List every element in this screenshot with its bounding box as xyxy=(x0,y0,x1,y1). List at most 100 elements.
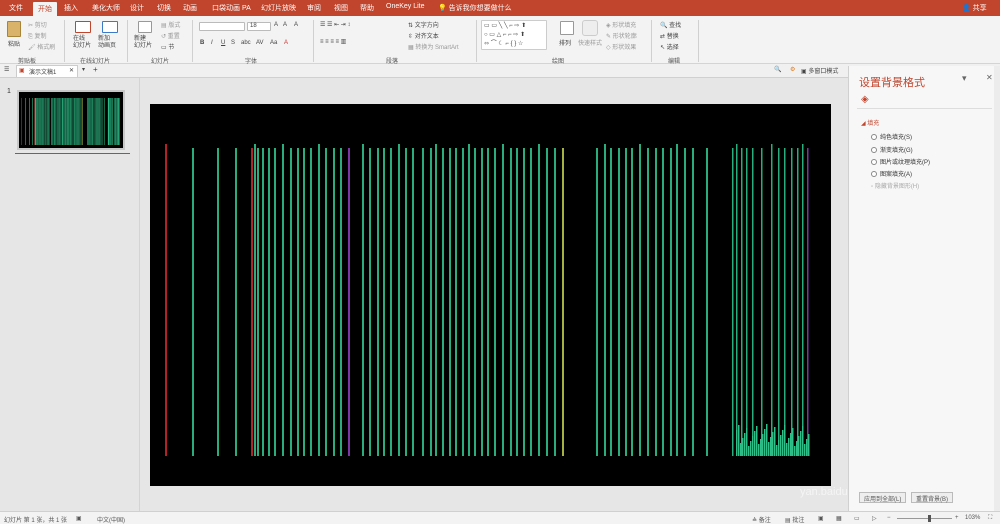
menu-icon[interactable]: ☰ xyxy=(4,66,9,73)
new-slide-icon[interactable] xyxy=(138,21,152,33)
new-anim-page-icon[interactable] xyxy=(102,21,118,33)
layout-button[interactable]: ▤ 版式 xyxy=(161,20,180,29)
shape-effects-label: 形状效果 xyxy=(612,45,637,51)
reading-view-icon[interactable]: ▭ xyxy=(854,515,860,522)
font-color-icon[interactable]: A xyxy=(284,40,288,46)
zoom-out-icon[interactable]: − xyxy=(887,515,891,521)
thumbnail-bar xyxy=(115,98,117,145)
tab-transitions[interactable]: 切换 xyxy=(157,3,171,13)
notes-button[interactable]: ≙ 备注 xyxy=(752,515,771,524)
gradient-fill-radio[interactable]: 渐变填充(G) xyxy=(871,145,913,154)
font-name-select[interactable] xyxy=(199,22,245,31)
thumbnail-bar xyxy=(92,98,94,145)
shape-fill-button[interactable]: ◈ 形状填充 xyxy=(606,20,636,29)
slideshow-view-icon[interactable]: ▷ xyxy=(872,515,877,522)
font-size-select[interactable]: 18 xyxy=(247,22,271,31)
zoom-level[interactable]: 103% xyxy=(965,515,980,521)
settings-icon[interactable]: ⚙ xyxy=(790,66,795,73)
document-tab[interactable]: ▣ 演示文稿1 ✕ xyxy=(16,65,78,77)
text-direction-button[interactable]: ⇅ 文字方向 xyxy=(408,20,439,29)
zoom-slider-thumb[interactable] xyxy=(928,515,931,522)
grow-font-icon[interactable]: A xyxy=(274,22,278,28)
char-spacing-icon[interactable]: AV xyxy=(256,40,264,46)
tab-insert[interactable]: 插入 xyxy=(64,3,78,13)
select-button[interactable]: ↖ 选择 xyxy=(660,42,679,51)
pane-scrollbar[interactable] xyxy=(994,66,1000,511)
change-case-icon[interactable]: Aa xyxy=(270,40,277,46)
tab-file[interactable]: 文件 xyxy=(9,3,23,13)
find-button[interactable]: 🔍 查找 xyxy=(660,20,681,29)
strikethrough-icon[interactable]: abc xyxy=(241,40,251,46)
comments-button[interactable]: ▤ 批注 xyxy=(785,515,804,524)
tab-onekey[interactable]: OneKey Lite xyxy=(386,3,425,10)
fill-section-header[interactable]: ◢ 填充 xyxy=(861,118,879,127)
section-button[interactable]: ▭ 节 xyxy=(161,42,174,51)
close-icon[interactable]: ✕ xyxy=(986,73,993,82)
replace-button[interactable]: ⇄ 替换 xyxy=(660,31,679,40)
tab-help[interactable]: 帮助 xyxy=(360,3,374,13)
paste-icon[interactable] xyxy=(7,21,21,37)
tab-design[interactable]: 设计 xyxy=(130,3,144,13)
multi-window-button[interactable]: ▣ 多窗口模式 xyxy=(801,66,838,75)
quick-styles-icon[interactable] xyxy=(582,20,598,36)
bold-icon[interactable]: B xyxy=(200,40,204,46)
align-text-button[interactable]: ⇳ 对齐文本 xyxy=(408,31,439,40)
slide-canvas[interactable] xyxy=(150,104,831,486)
tell-me-box[interactable]: 💡 告诉我你想要做什么 xyxy=(438,3,512,13)
online-slides-icon[interactable] xyxy=(75,21,91,33)
slide-thumbnail-panel: 1 xyxy=(0,78,140,511)
apply-to-all-button[interactable]: 应用到全部(L) xyxy=(859,492,907,503)
fill-icon[interactable]: ◈ xyxy=(861,94,869,105)
share-button[interactable]: 👤 共享 xyxy=(962,3,987,13)
language[interactable]: 中文(中国) xyxy=(97,515,125,524)
shadow-icon[interactable]: S xyxy=(231,40,235,46)
copy-button[interactable]: ⎘ 复制 xyxy=(28,31,47,41)
align-icons[interactable]: ≡ ≡ ≡ ≡ ▥ xyxy=(320,38,346,45)
add-tab-icon[interactable]: + xyxy=(93,65,98,74)
new-anim-page-button[interactable]: 新加 动画页 xyxy=(98,36,116,50)
tab-pocket-animation[interactable]: 口袋动画 PA xyxy=(212,3,251,13)
image-search-icon[interactable]: 🔍 xyxy=(774,66,781,73)
pane-options-icon[interactable]: ▾ xyxy=(962,73,967,84)
format-painter-button[interactable]: 🖌 格式刷 xyxy=(28,42,55,51)
quick-styles-button[interactable]: 快速样式 xyxy=(578,38,602,47)
close-tab-icon[interactable]: ✕ xyxy=(69,67,74,74)
tab-home[interactable]: 开始 xyxy=(33,2,57,16)
slide-sorter-icon[interactable]: ▦ xyxy=(836,515,842,522)
zoom-slider[interactable] xyxy=(897,518,952,519)
slide-thumbnail[interactable] xyxy=(17,90,125,150)
cut-button[interactable]: ✂ 剪切 xyxy=(28,20,47,29)
reset-background-button[interactable]: 重置背景(B) xyxy=(911,492,953,503)
underline-icon[interactable]: U xyxy=(221,40,225,46)
slide-bar xyxy=(390,148,392,456)
tab-beautify[interactable]: 美化大师 xyxy=(92,3,120,13)
pattern-fill-radio[interactable]: 图案填充(A) xyxy=(871,169,912,178)
fit-slide-icon[interactable]: ⛶ xyxy=(988,515,992,522)
tab-slideshow[interactable]: 幻灯片放映 xyxy=(261,3,296,13)
zoom-in-icon[interactable]: + xyxy=(955,515,959,521)
picture-fill-radio[interactable]: 图片或纹理填充(P) xyxy=(871,157,930,166)
shape-effects-button[interactable]: ◇ 形状效果 xyxy=(606,42,636,51)
arrange-button[interactable]: 排列 xyxy=(559,38,571,47)
smartart-button[interactable]: ▦ 转换为 SmartArt xyxy=(408,42,459,51)
tab-view[interactable]: 视图 xyxy=(334,3,348,13)
spell-check-icon[interactable]: ▣ xyxy=(76,515,82,522)
shapes-gallery[interactable]: ▭ ▭ ╲ ╲ ⌐ ⇨ ⬆ ○ ▭ △ ⌐ ⌐ ⇨ ⬆ ⬄ ⌒ ☾ ⌐ { } … xyxy=(481,20,547,50)
new-slide-button[interactable]: 新建 幻灯片 xyxy=(134,36,152,50)
tab-review[interactable]: 审阅 xyxy=(307,3,321,13)
italic-icon[interactable]: I xyxy=(211,40,213,46)
arrange-icon[interactable] xyxy=(560,21,574,35)
tab-animations[interactable]: 动画 xyxy=(183,3,197,13)
tab-list-icon[interactable]: ▾ xyxy=(82,66,85,73)
solid-fill-radio[interactable]: 纯色填充(S) xyxy=(871,132,912,141)
thumbnail-bar xyxy=(37,98,39,145)
paste-button[interactable]: 粘贴 xyxy=(8,39,20,48)
shape-outline-button[interactable]: ✎ 形状轮廓 xyxy=(606,31,637,40)
shrink-font-icon[interactable]: A xyxy=(283,22,287,28)
hide-background-checkbox[interactable]: ▫ 隐藏背景图形(H) xyxy=(871,181,919,190)
bullets-icon[interactable]: ☰ ☰ ⇤ ⇥ ↕ xyxy=(320,21,350,28)
reset-button[interactable]: ↺ 重置 xyxy=(161,31,180,40)
clear-format-icon[interactable]: A xyxy=(294,22,298,28)
online-slides-button[interactable]: 在线 幻灯片 xyxy=(73,36,91,50)
normal-view-icon[interactable]: ▣ xyxy=(818,515,824,522)
